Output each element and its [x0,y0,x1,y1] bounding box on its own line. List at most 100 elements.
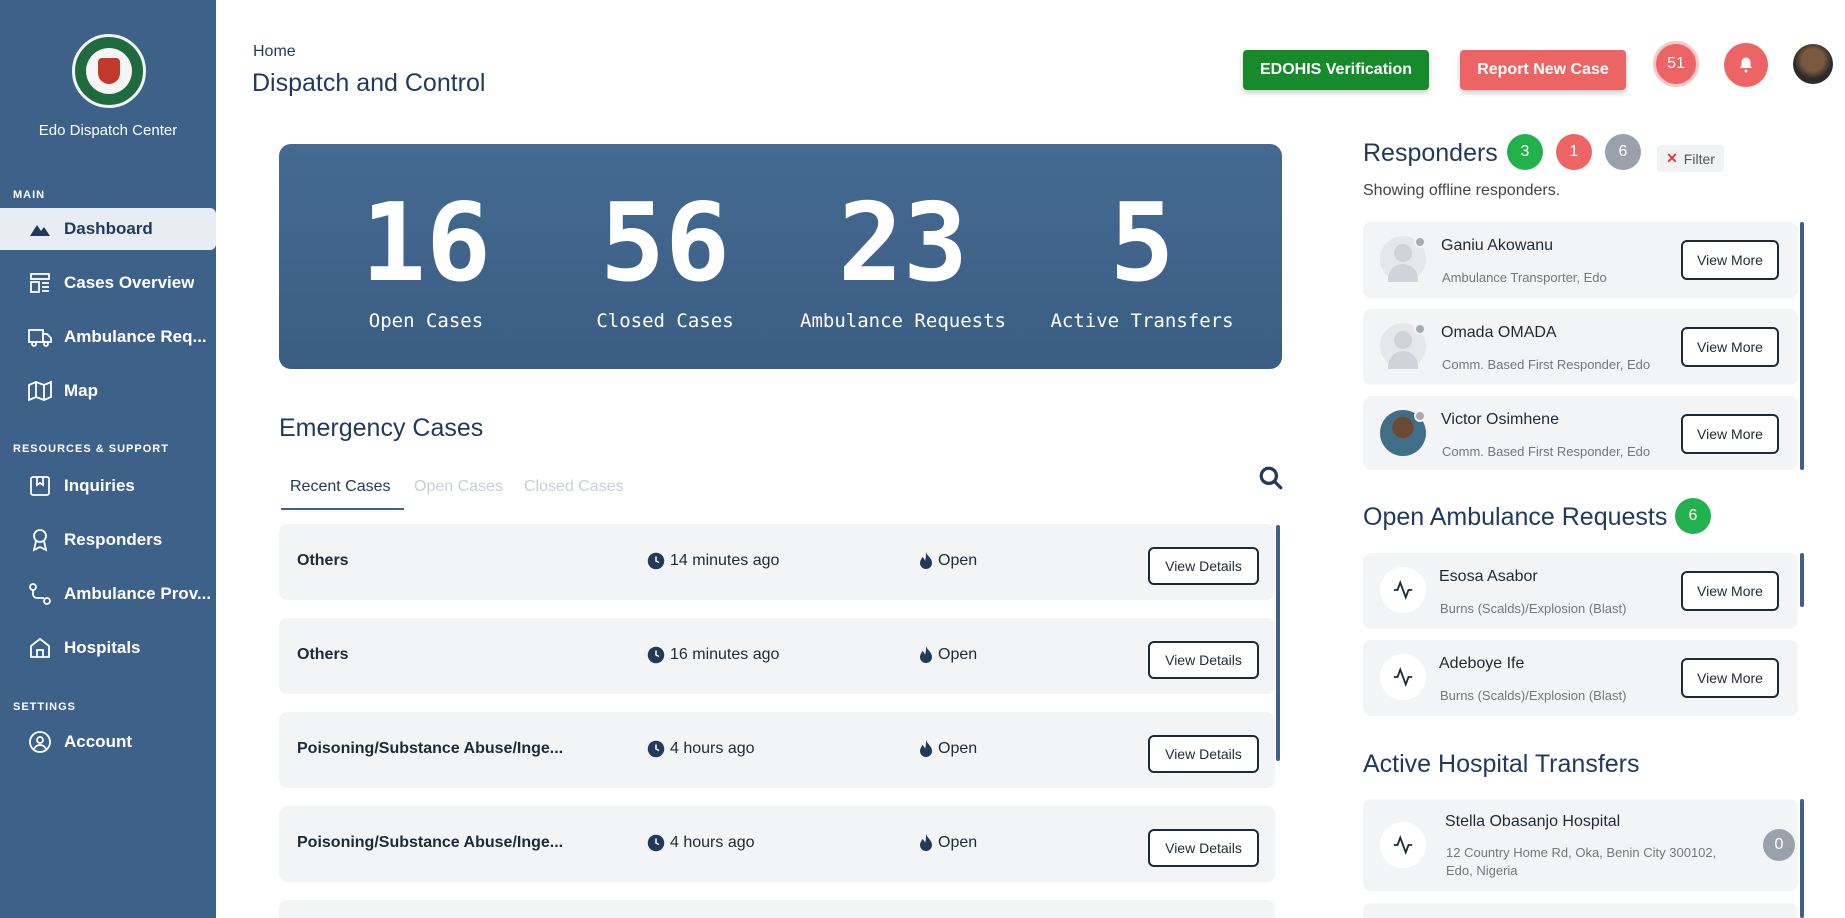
route-icon [29,583,51,605]
avatar [1380,236,1426,282]
ambulance-scrollbar[interactable] [1800,553,1804,607]
request-name: Esosa Asabor [1439,568,1538,585]
case-time-text: 4 hours ago [670,834,755,851]
hospital-name: Stella Obasanjo Hospital [1445,813,1621,830]
tab-recent-cases[interactable]: Recent Cases [290,478,391,496]
breadcrumb[interactable]: Home [253,43,296,61]
request-detail: Burns (Scalds)/Explosion (Blast) [1440,601,1627,616]
table-row[interactable]: Others 16 minutes ago Open View Details [279,618,1275,694]
active-tab-indicator [281,508,404,510]
stat-value: 5 [1109,181,1175,306]
case-time-text: 4 hours ago [670,740,755,757]
busy-count-badge[interactable]: 1 [1556,134,1592,170]
clock-icon [647,740,665,758]
view-details-button[interactable]: View Details [1148,641,1259,679]
list-item: Victor Osimhene Comm. Based First Respon… [1363,396,1798,470]
responders-subtitle: Showing offline responders. [1363,182,1561,199]
tab-closed-cases[interactable]: Closed Cases [524,478,624,496]
tab-open-cases[interactable]: Open Cases [414,478,503,496]
sidebar-item-ambulance-requests[interactable]: Ambulance Req... [0,316,216,358]
case-time: 16 minutes ago [647,646,779,664]
bell-icon[interactable] [1724,43,1768,87]
brand-name: Edo Dispatch Center [38,122,178,139]
table-row[interactable]: Others 14 minutes ago Open View Details [279,524,1275,600]
table-row[interactable]: Poisoning/Substance Abuse/Inge... 4 hour… [279,712,1275,788]
activity-icon [1380,654,1426,700]
status-dot [1414,236,1426,248]
view-more-button[interactable]: View More [1681,240,1779,280]
responder-role: Comm. Based First Responder, Edo [1442,444,1651,459]
case-name: Poisoning/Substance Abuse/Inge... [297,740,564,757]
sidebar-item-responders[interactable]: Responders [0,519,216,561]
case-time: 4 hours ago [647,834,755,852]
case-status-text: Open [938,740,978,757]
home-icon [30,637,50,658]
view-more-button[interactable]: View More [1681,327,1779,367]
view-details-button[interactable]: View Details [1148,547,1259,585]
responders-title: Responders [1363,139,1498,167]
truck-icon [28,329,52,347]
edohis-verification-button[interactable]: EDOHIS Verification [1243,50,1429,90]
status-dot [1414,410,1426,422]
responder-name: Ganiu Akowanu [1441,237,1554,254]
list-item [1363,903,1798,918]
stat-value: 16 [360,181,492,306]
search-icon[interactable] [1258,465,1284,491]
user-avatar[interactable] [1793,44,1833,84]
sidebar-item-label: Responders [64,530,163,549]
cases-scrollbar[interactable] [1276,525,1280,761]
case-time: 4 hours ago [647,740,755,758]
report-new-case-button[interactable]: Report New Case [1460,50,1626,90]
sidebar: Edo Dispatch Center MAIN Dashboard Cases… [0,0,216,918]
stat-label: Closed Cases [596,310,734,332]
user-circle-icon [29,731,51,753]
table-row[interactable]: Poisoning/Substance Abuse/Inge... 4 hour… [279,806,1275,882]
sidebar-item-ambulance-providers[interactable]: Ambulance Prov... [0,573,216,615]
list-item: Omada OMADA Comm. Based First Responder,… [1363,309,1798,385]
hospital-transfers-title: Active Hospital Transfers [1363,750,1640,778]
stats-banner: 16 Open Cases 56 Closed Cases 23 Ambulan… [279,144,1282,369]
flame-icon [920,740,932,757]
sidebar-item-inquiries[interactable]: Inquiries [0,465,216,507]
request-detail: Burns (Scalds)/Explosion (Blast) [1440,688,1627,703]
dashboard-icon [30,225,50,236]
online-count-badge[interactable]: 3 [1507,134,1543,170]
offline-count-badge[interactable]: 6 [1605,134,1641,170]
sidebar-item-account[interactable]: Account [0,721,216,763]
view-more-button[interactable]: View More [1681,414,1779,454]
section-label-settings: SETTINGS [13,701,77,713]
section-label-main: MAIN [13,189,46,201]
responders-scrollbar[interactable] [1800,222,1804,470]
list-item: Stella Obasanjo Hospital 12 Country Home… [1363,799,1798,891]
transfers-scrollbar[interactable] [1800,799,1804,918]
sidebar-item-label: Ambulance Req... [64,327,207,346]
sidebar-item-map[interactable]: Map [0,370,216,412]
filter-chip[interactable]: ✕ Filter [1657,145,1724,172]
filter-label: Filter [1683,150,1715,167]
sidebar-item-label: Hospitals [64,638,141,657]
case-status: Open [919,834,977,852]
view-details-button[interactable]: View Details [1148,735,1259,773]
sidebar-item-label: Map [64,381,98,400]
stat-label: Open Cases [368,310,484,332]
sidebar-item-cases-overview[interactable]: Cases Overview [0,262,216,304]
table-row[interactable] [279,900,1275,918]
inquiries-icon [30,476,50,496]
responder-role: Comm. Based First Responder, Edo [1442,357,1651,372]
view-more-button[interactable]: View More [1681,658,1779,698]
stat-label: Active Transfers [1050,310,1234,332]
sidebar-item-hospitals[interactable]: Hospitals [0,627,216,669]
sidebar-item-label: Inquiries [64,476,135,495]
cases-icon [30,273,50,293]
clock-icon [647,834,665,852]
map-icon [28,380,52,402]
stat-value: 23 [837,181,969,306]
case-time-text: 14 minutes ago [670,552,780,569]
view-more-button[interactable]: View More [1681,571,1779,611]
ambulance-count-badge[interactable]: 6 [1675,498,1711,534]
ambulance-requests-title: Open Ambulance Requests [1363,503,1668,531]
notification-count-badge[interactable]: 51 [1653,41,1699,87]
view-details-button[interactable]: View Details [1148,829,1259,867]
close-icon: ✕ [1666,150,1678,166]
sidebar-item-dashboard[interactable]: Dashboard [0,208,216,250]
